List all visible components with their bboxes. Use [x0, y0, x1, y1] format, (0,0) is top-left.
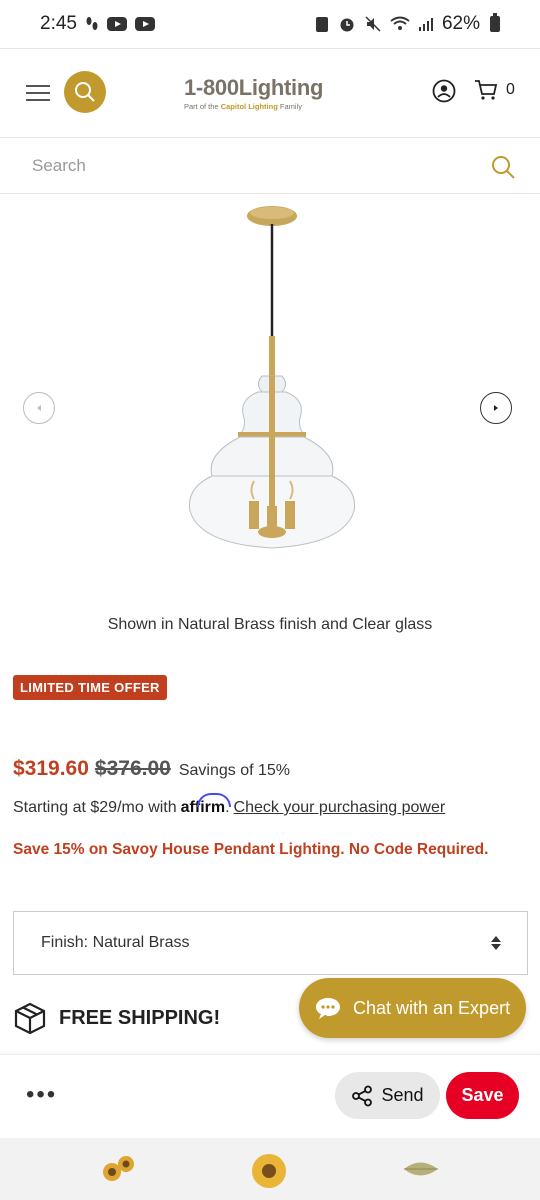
mute-icon: [364, 15, 382, 33]
logo-main: 1-800Lighting: [184, 75, 324, 100]
finish-select-value: Finish: Natural Brass: [41, 934, 190, 951]
free-shipping-label: FREE SHIPPING!: [59, 1006, 221, 1029]
alarm-icon: [338, 15, 356, 33]
search-bar: [0, 138, 540, 194]
chat-with-expert-button[interactable]: Chat with an Expert: [299, 978, 526, 1038]
chevron-left-icon: [37, 405, 41, 411]
status-bar: 2:45 62%: [0, 0, 540, 48]
footsteps-icon: [85, 15, 99, 33]
sunflower-small-icon[interactable]: [100, 1152, 138, 1186]
status-time: 2:45: [40, 13, 77, 34]
bottom-action-bar: ••• Send Save: [0, 1054, 540, 1138]
affirm-text: Starting at $29/mo with: [13, 799, 177, 816]
youtube-icon: [134, 17, 155, 31]
account-icon[interactable]: [432, 79, 456, 103]
select-arrows-icon: [491, 936, 501, 950]
search-icon[interactable]: [490, 154, 516, 180]
status-right: 62%: [314, 13, 500, 35]
image-caption: Shown in Natural Brass finish and Clear …: [107, 616, 433, 633]
youtube-icon: [106, 17, 127, 31]
free-shipping: FREE SHIPPING!: [13, 1001, 220, 1035]
site-logo[interactable]: 1-800Lighting Part of the Capitol Lighti…: [184, 75, 354, 111]
search-toggle-button[interactable]: [64, 71, 106, 113]
pendant-light-image: [188, 206, 356, 549]
original-price: $376.00: [94, 757, 171, 780]
limited-offer-badge: LIMITED TIME OFFER: [13, 675, 167, 700]
carousel-prev-button[interactable]: [23, 392, 55, 424]
box-icon: [14, 1002, 46, 1035]
battery-icon: [490, 13, 500, 32]
affirm-financing: Starting at $29/mo with affirm. Check yo…: [13, 793, 446, 817]
price-row: $319.60 $376.00 Savings of 15%: [13, 757, 290, 781]
savings-text: Savings of 15%: [178, 762, 291, 779]
leaf-icon[interactable]: [402, 1158, 440, 1180]
chevron-right-icon: [494, 405, 498, 411]
send-button[interactable]: Send: [335, 1072, 440, 1119]
status-left: 2:45: [40, 13, 155, 35]
sale-price: $319.60: [13, 757, 89, 780]
save-button[interactable]: Save: [446, 1072, 519, 1119]
wifi-icon: [390, 16, 410, 32]
more-options-button[interactable]: •••: [26, 1083, 57, 1107]
sunflower-icon[interactable]: [250, 1152, 288, 1190]
battery-percent: 62%: [441, 13, 480, 34]
bottom-nav-strip: [0, 1138, 540, 1200]
signal-icon: [418, 16, 434, 32]
chat-bubble-icon: [316, 998, 340, 1019]
carousel-next-button[interactable]: [480, 392, 512, 424]
product-image-carousel[interactable]: [0, 196, 540, 596]
cart-icon: [475, 80, 498, 100]
shipping-estimate-text: [13, 1046, 303, 1054]
share-icon: [352, 1085, 373, 1106]
promo-text: Save 15% on Savoy House Pendant Lighting…: [13, 841, 489, 858]
finish-select[interactable]: Finish: Natural Brass: [13, 911, 528, 975]
recycle-icon: [314, 15, 330, 33]
site-header: 1-800Lighting Part of the Capitol Lighti…: [0, 48, 540, 138]
search-input[interactable]: [32, 138, 472, 194]
affirm-purchasing-power-link[interactable]: Check your purchasing power: [234, 799, 446, 817]
logo-sub: Part of the Capitol Lighting Family: [184, 102, 302, 111]
cart-button[interactable]: 0: [474, 79, 515, 101]
search-icon: [75, 82, 95, 102]
affirm-logo: affirm: [181, 793, 231, 817]
send-label: Send: [381, 1085, 424, 1105]
chat-label: Chat with an Expert: [353, 997, 511, 1018]
cart-count: 0: [506, 81, 515, 98]
hamburger-icon[interactable]: [26, 85, 50, 101]
